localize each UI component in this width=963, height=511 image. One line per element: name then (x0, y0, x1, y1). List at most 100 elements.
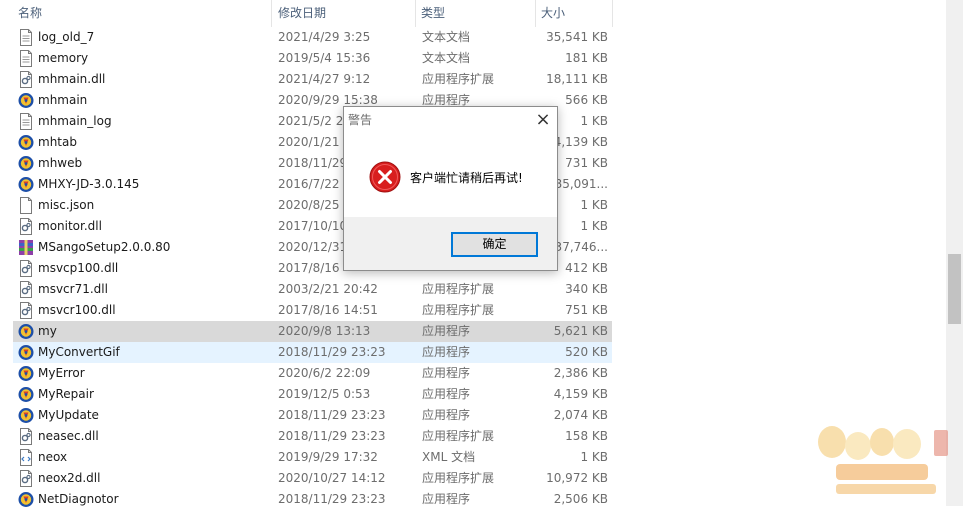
file-row[interactable]: log_old_7 2021/4/29 3:25 文本文档 35,541 KB (13, 27, 612, 48)
file-name: neasec.dll (38, 429, 99, 443)
game-app-icon (18, 344, 34, 361)
file-type: 应用程序 (422, 408, 471, 422)
file-type: 应用程序扩展 (422, 429, 495, 443)
file-type: 文本文档 (422, 51, 471, 65)
file-size: 1 KB (580, 450, 608, 464)
ok-button[interactable]: 确定 (451, 232, 538, 257)
file-type: 应用程序扩展 (422, 282, 495, 296)
column-type-label: 类型 (421, 6, 446, 20)
scroll-thumb[interactable] (948, 254, 961, 324)
file-date: 2021/4/29 3:25 (278, 30, 371, 44)
file-date: 2020/12/31 (278, 240, 348, 254)
file-size: 1 KB (580, 219, 608, 233)
column-type-header[interactable]: 类型 (416, 0, 535, 27)
file-row[interactable]: MyConvertGif 2018/11/29 23:23 应用程序 520 KB (13, 342, 612, 363)
dll-file-icon (18, 302, 34, 319)
file-name: MyRepair (38, 387, 94, 401)
file-name: mhmain_log (38, 114, 112, 128)
file-type: 应用程序扩展 (422, 72, 495, 86)
file-name: msvcr71.dll (38, 282, 108, 296)
column-divider[interactable] (612, 0, 613, 27)
file-size: 340 KB (565, 282, 608, 296)
game-app-icon (18, 407, 34, 424)
error-icon (369, 161, 401, 193)
file-name: mhweb (38, 156, 83, 170)
file-type: 应用程序 (422, 366, 471, 380)
site-watermark-logo (818, 426, 948, 494)
file-size: 4,159 KB (553, 387, 608, 401)
file-row[interactable]: neox2d.dll 2020/10/27 14:12 应用程序扩展 10,972 K… (13, 468, 612, 489)
file-size: 181 KB (565, 51, 608, 65)
file-name: MSangoSetup2.0.0.80 (38, 240, 171, 254)
file-date: 2018/11/29 23:23 (278, 429, 386, 443)
file-name: neox (38, 450, 68, 464)
text-file-icon (18, 29, 34, 46)
file-row[interactable]: neasec.dll 2018/11/29 23:23 应用程序扩展 158 KB (13, 426, 612, 447)
column-name-label: 名称 (18, 6, 43, 20)
file-date: 2019/5/4 15:36 (278, 51, 371, 65)
sort-ascending-icon: ^ (136, 0, 144, 5)
file-size: 2,074 KB (553, 408, 608, 422)
file-size: 1 KB (580, 114, 608, 128)
dll-file-icon (18, 218, 34, 235)
file-size: 5,621 KB (553, 324, 608, 338)
dialog-footer: 确定 (344, 217, 557, 270)
file-name: neox2d.dll (38, 471, 101, 485)
file-name: MyUpdate (38, 408, 99, 422)
file-type: 应用程序 (422, 324, 471, 338)
file-name: misc.json (38, 198, 95, 212)
file-row[interactable]: neox 2019/9/29 17:32 XML 文档 1 KB (13, 447, 612, 468)
file-name: mhmain.dll (38, 72, 106, 86)
file-date: 2017/8/16 14:51 (278, 303, 378, 317)
column-divider[interactable] (271, 0, 272, 27)
file-name: my (38, 324, 57, 338)
file-name: mhtab (38, 135, 77, 149)
game-app-icon (18, 386, 34, 403)
dll-file-icon (18, 71, 34, 88)
file-type: 应用程序扩展 (422, 303, 495, 317)
file-row[interactable]: mhmain.dll 2021/4/27 9:12 应用程序扩展 18,111 KB (13, 69, 612, 90)
archive-icon (18, 239, 34, 256)
file-name: MHXY-JD-3.0.145 (38, 177, 140, 191)
file-name: msvcp100.dll (38, 261, 119, 275)
game-app-icon (18, 323, 34, 340)
file-date: 2021/4/27 9:12 (278, 72, 371, 86)
game-app-icon (18, 92, 34, 109)
file-name: MyConvertGif (38, 345, 120, 359)
file-date: 2016/7/22 0 (278, 177, 351, 191)
column-size-header[interactable]: 大小 (536, 0, 612, 27)
file-type: 应用程序 (422, 492, 471, 506)
dialog-title: 警告 (348, 113, 373, 127)
close-icon[interactable]: × (529, 108, 557, 134)
file-size: 1 KB (580, 198, 608, 212)
file-date: 2021/5/2 2 (278, 114, 344, 128)
text-file-icon (18, 113, 34, 130)
column-date-header[interactable]: 修改日期 (273, 0, 415, 27)
file-type: XML 文档 (422, 450, 476, 464)
file-row[interactable]: NetDiagnotor 2018/11/29 23:23 应用程序 2,506 KB (13, 489, 612, 510)
column-header: 名称 ^ 修改日期 类型 大小 (0, 0, 615, 27)
file-name: msvcr100.dll (38, 303, 116, 317)
file-name: mhmain (38, 93, 88, 107)
file-date: 2020/9/8 13:13 (278, 324, 371, 338)
file-size: 35,541 KB (546, 30, 608, 44)
file-date: 2019/9/29 17:32 (278, 450, 378, 464)
file-date: 2003/2/21 20:42 (278, 282, 378, 296)
file-row[interactable]: memory 2019/5/4 15:36 文本文档 181 KB (13, 48, 612, 69)
file-date: 2018/11/29 (278, 156, 348, 170)
file-type: 文本文档 (422, 30, 471, 44)
xml-file-icon (18, 449, 34, 466)
file-size: 2,506 KB (553, 492, 608, 506)
file-date: 2017/8/16 (278, 261, 340, 275)
file-name: NetDiagnotor (38, 492, 119, 506)
text-file-icon (18, 50, 34, 67)
file-row[interactable]: MyError 2020/6/2 22:09 应用程序 2,386 KB (13, 363, 612, 384)
file-row[interactable]: MyRepair 2019/12/5 0:53 应用程序 4,159 KB (13, 384, 612, 405)
dll-file-icon (18, 428, 34, 445)
file-row[interactable]: msvcr100.dll 2017/8/16 14:51 应用程序扩展 751 KB (13, 300, 612, 321)
file-row[interactable]: MyUpdate 2018/11/29 23:23 应用程序 2,074 KB (13, 405, 612, 426)
file-row[interactable]: my 2020/9/8 13:13 应用程序 5,621 KB (13, 321, 612, 342)
warning-dialog: 警告 × 客户端忙请稍后再试! 确定 (343, 106, 558, 271)
file-row[interactable]: msvcr71.dll 2003/2/21 20:42 应用程序扩展 340 KB (13, 279, 612, 300)
dll-file-icon (18, 281, 34, 298)
